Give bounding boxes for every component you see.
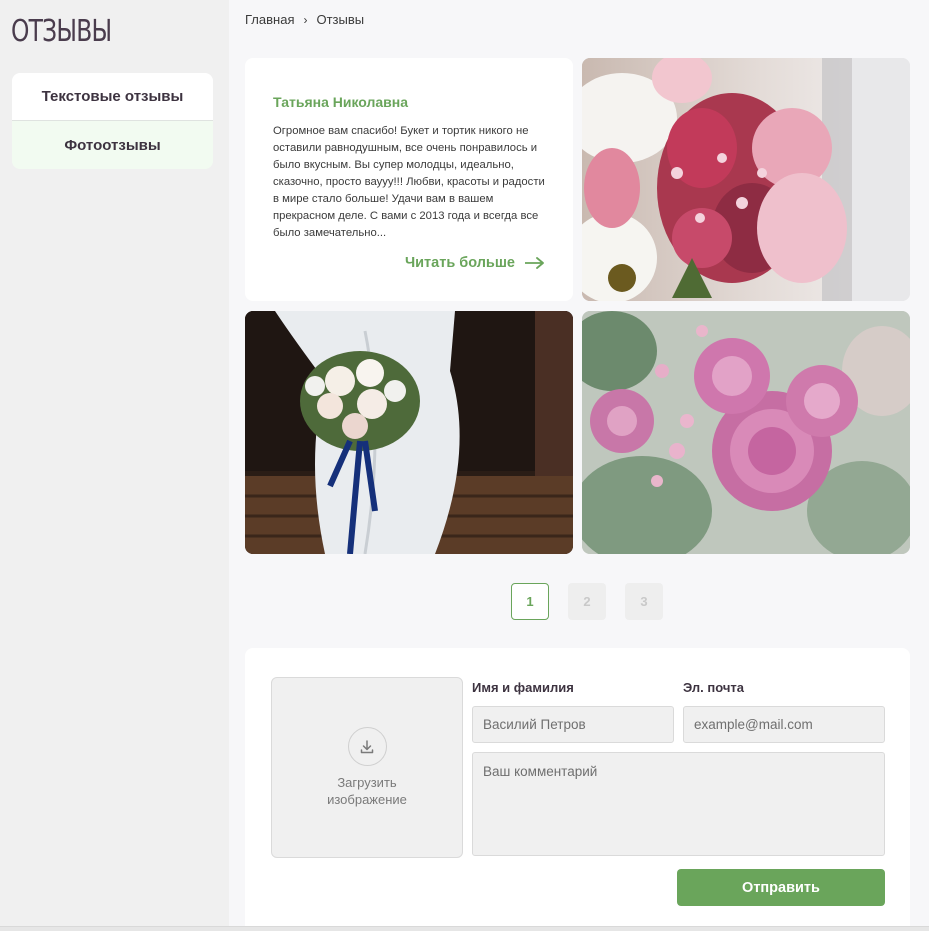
pagination: 1 2 3 bbox=[511, 583, 663, 620]
page-button-2[interactable]: 2 bbox=[568, 583, 606, 620]
review-author: Татьяна Николавна bbox=[273, 94, 409, 110]
arrow-right-icon bbox=[525, 257, 544, 269]
breadcrumb-separator: › bbox=[303, 12, 308, 27]
side-item-text-reviews[interactable]: Текстовые отзывы bbox=[12, 73, 213, 121]
email-label: Эл. почта bbox=[683, 680, 745, 695]
name-input[interactable] bbox=[472, 706, 674, 743]
breadcrumb: Главная › Отзывы bbox=[245, 12, 364, 27]
side-menu: Текстовые отзывы Фотоотзывы bbox=[12, 73, 213, 169]
read-more-link[interactable]: Читать больше bbox=[405, 255, 545, 271]
upload-label: Загрузить изображение bbox=[327, 775, 407, 807]
page-button-1[interactable]: 1 bbox=[511, 583, 549, 620]
sidebar: ОТЗЫВЫ Текстовые отзывы Фотоотзывы bbox=[0, 0, 229, 931]
photo-pink-roses[interactable] bbox=[582, 311, 910, 554]
breadcrumb-home[interactable]: Главная bbox=[245, 12, 294, 27]
bottom-scrollbar bbox=[0, 926, 929, 931]
breadcrumb-current: Отзывы bbox=[316, 12, 365, 27]
review-card: Татьяна Николавна Огромное вам спасибо! … bbox=[245, 58, 573, 301]
side-item-photo-reviews[interactable]: Фотоотзывы bbox=[12, 121, 213, 169]
upload-image-button[interactable]: Загрузить изображение bbox=[271, 677, 463, 858]
photo-bouquet-lilies[interactable] bbox=[582, 58, 910, 301]
page-button-3[interactable]: 3 bbox=[625, 583, 663, 620]
page-title: ОТЗЫВЫ bbox=[11, 14, 112, 49]
read-more-label: Читать больше bbox=[404, 255, 515, 271]
email-input[interactable] bbox=[683, 706, 885, 743]
comment-textarea[interactable] bbox=[472, 752, 885, 856]
review-text: Огромное вам спасибо! Букет и тортик ник… bbox=[273, 125, 545, 239]
review-form: Загрузить изображение Имя и фамилия Эл. … bbox=[245, 648, 910, 931]
photo-wedding-bouquet[interactable] bbox=[245, 311, 573, 554]
download-tray-icon bbox=[347, 727, 387, 766]
submit-button[interactable]: Отправить bbox=[677, 869, 885, 906]
name-label: Имя и фамилия bbox=[472, 680, 574, 695]
